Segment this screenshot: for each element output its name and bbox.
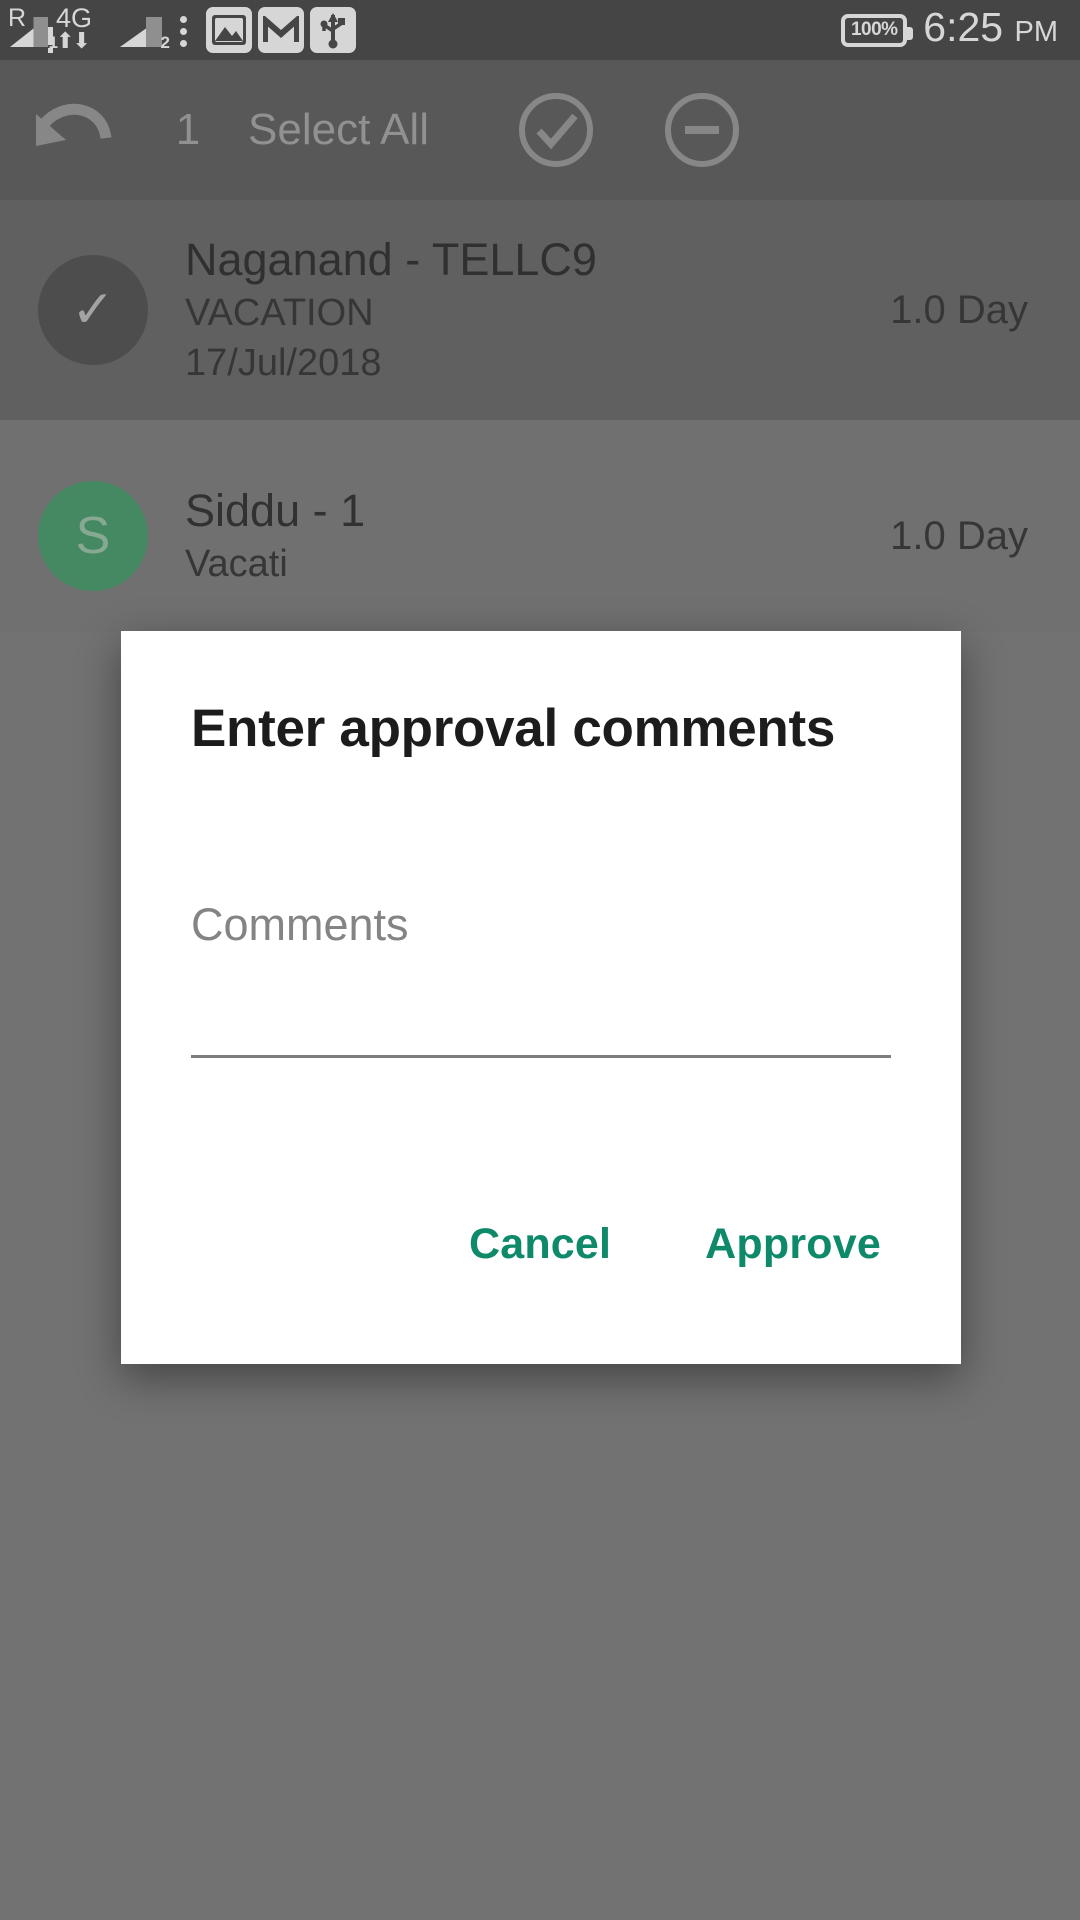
- approval-comments-dialog: Enter approval comments Comments Cancel …: [121, 631, 961, 1364]
- dialog-title: Enter approval comments: [191, 699, 836, 758]
- cancel-button[interactable]: Cancel: [443, 1206, 637, 1283]
- comments-placeholder: Comments: [191, 899, 409, 950]
- comments-field[interactable]: Comments: [191, 899, 891, 1058]
- approve-button[interactable]: Approve: [679, 1206, 907, 1283]
- comments-underline: [191, 1055, 891, 1058]
- dialog-actions: Cancel Approve: [443, 1206, 907, 1283]
